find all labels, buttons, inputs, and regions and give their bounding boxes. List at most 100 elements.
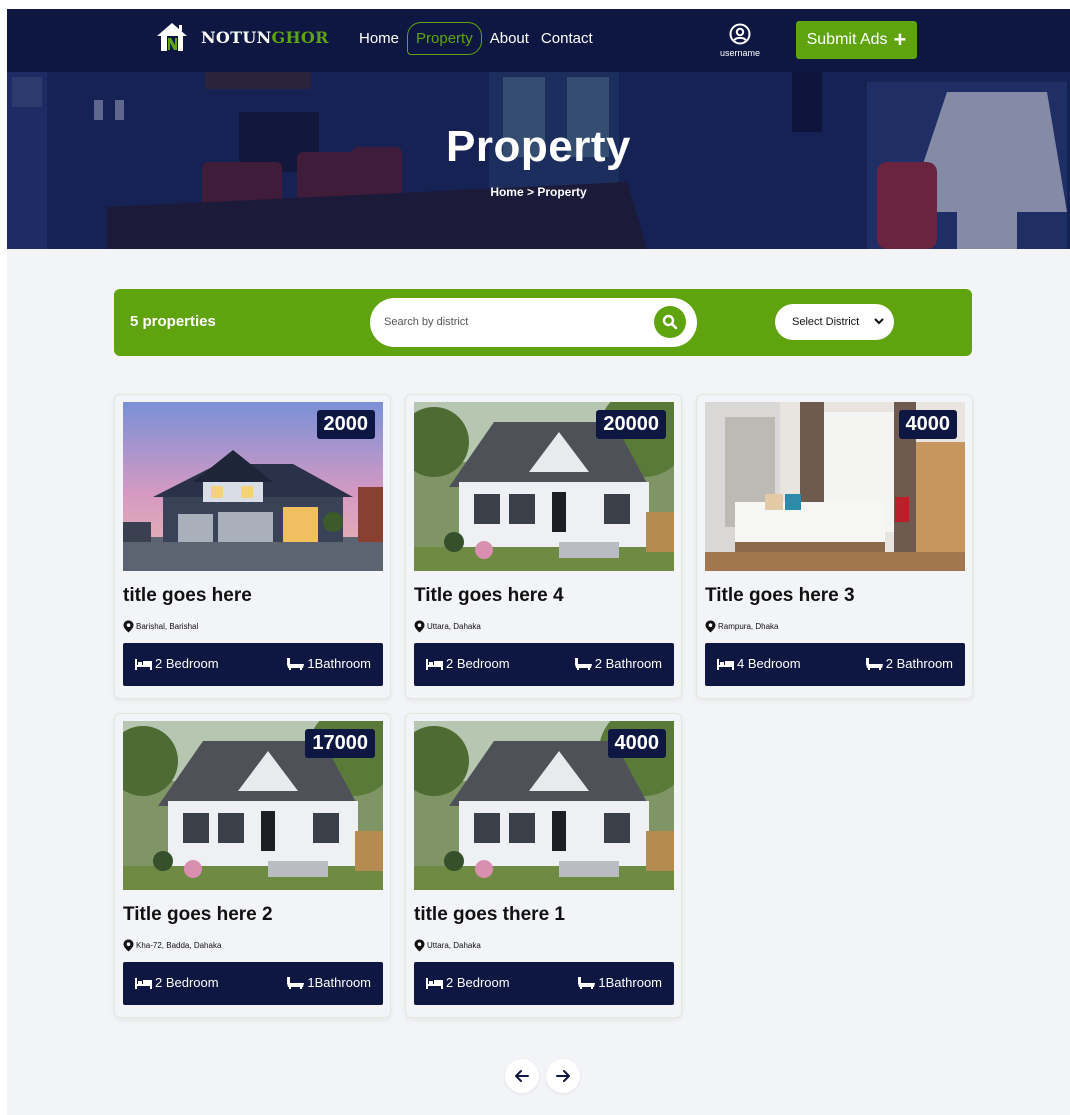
bedroom-count: 2 Bedroom: [426, 975, 510, 990]
property-features: 4 Bedroom 2 Bathroom: [705, 643, 965, 686]
property-image[interactable]: 20000: [414, 402, 674, 571]
bathtub-icon: [578, 976, 596, 989]
bedroom-label: 2 Bedroom: [446, 656, 510, 671]
breadcrumb: Home > Property: [490, 185, 587, 199]
bathroom-label: 1Bathroom: [307, 656, 371, 671]
location-pin-icon: [123, 620, 134, 633]
bathroom-count: 2 Bathroom: [865, 656, 953, 671]
property-location: Uttara, Dahaka: [414, 939, 481, 952]
property-card[interactable]: 17000 Title goes here 2 Kha-72, Badda, D…: [114, 713, 391, 1018]
location-text: Uttara, Dahaka: [427, 622, 481, 631]
property-title[interactable]: Title goes here 2: [123, 904, 273, 926]
bedroom-label: 2 Bedroom: [155, 975, 219, 990]
nav-links: Home Property About Contact: [355, 22, 601, 55]
bathtub-icon: [865, 657, 883, 670]
nav-property[interactable]: Property: [407, 22, 482, 55]
nav-home[interactable]: Home: [355, 22, 403, 55]
property-card[interactable]: 4000 title goes there 1 Uttara, Dahaka 2…: [405, 713, 682, 1018]
brand[interactable]: NOTUNGHOR: [155, 20, 329, 54]
page-title: Property: [446, 122, 631, 171]
arrow-left-icon: [515, 1070, 529, 1082]
property-location: Kha-72, Badda, Dahaka: [123, 939, 221, 952]
user-icon: [729, 23, 751, 45]
location-pin-icon: [414, 620, 425, 633]
bed-icon: [717, 658, 734, 670]
location-text: Kha-72, Badda, Dahaka: [136, 941, 222, 950]
bed-icon: [426, 658, 443, 670]
submit-ads-label: Submit Ads: [806, 31, 888, 48]
username: username: [719, 48, 761, 58]
location-text: Rampura, Dhaka: [718, 622, 779, 631]
next-page-button[interactable]: [546, 1059, 580, 1093]
user-menu[interactable]: username: [715, 23, 765, 58]
bed-icon: [135, 658, 152, 670]
property-count: 5 properties: [130, 313, 216, 330]
bed-icon: [426, 977, 443, 989]
bathtub-icon: [574, 657, 592, 670]
location-pin-icon: [123, 939, 134, 952]
district-select[interactable]: Select District: [775, 304, 894, 340]
property-image[interactable]: 2000: [123, 402, 383, 571]
property-location: Uttara, Dahaka: [414, 620, 481, 633]
property-image[interactable]: 4000: [705, 402, 965, 571]
bedroom-count: 2 Bedroom: [426, 656, 510, 671]
property-features: 2 Bedroom 1Bathroom: [123, 643, 383, 686]
search-button[interactable]: [654, 306, 686, 338]
price-badge: 17000: [305, 729, 375, 758]
nav-about[interactable]: About: [486, 22, 533, 55]
property-title[interactable]: Title goes here 3: [705, 585, 855, 607]
bathroom-label: 1Bathroom: [598, 975, 662, 990]
search-box: [370, 298, 697, 347]
property-location: Barishal, Barishal: [123, 620, 198, 633]
location-pin-icon: [414, 939, 425, 952]
house-logo-icon: [157, 23, 187, 51]
property-image[interactable]: 4000: [414, 721, 674, 890]
price-badge: 2000: [316, 410, 375, 439]
property-features: 2 Bedroom 1Bathroom: [123, 962, 383, 1005]
property-title[interactable]: title goes here: [123, 585, 252, 607]
location-text: Uttara, Dahaka: [427, 941, 481, 950]
brand-suffix: GHOR: [271, 27, 329, 47]
property-title[interactable]: Title goes here 4: [414, 585, 564, 607]
bedroom-count: 4 Bedroom: [717, 656, 801, 671]
bathroom-label: 1Bathroom: [307, 975, 371, 990]
bathroom-label: 2 Bathroom: [594, 656, 662, 671]
search-input[interactable]: [384, 312, 634, 332]
plus-icon: +: [893, 27, 907, 52]
page: NOTUNGHOR Home Property About Contact us…: [7, 9, 1070, 1115]
brand-prefix: NOTUN: [201, 27, 272, 47]
price-badge: 20000: [596, 410, 666, 439]
bathroom-count: 1Bathroom: [287, 975, 371, 990]
bedroom-label: 4 Bedroom: [737, 656, 801, 671]
hero-banner: Property Home > Property: [7, 72, 1070, 249]
bathroom-label: 2 Bathroom: [885, 656, 953, 671]
property-card[interactable]: 2000 title goes here Barishal, Barishal …: [114, 394, 391, 699]
bathroom-count: 2 Bathroom: [574, 656, 662, 671]
location-pin-icon: [705, 620, 716, 633]
property-card[interactable]: 20000 Title goes here 4 Uttara, Dahaka 2…: [405, 394, 682, 699]
property-card[interactable]: 4000 Title goes here 3 Rampura, Dhaka 4 …: [696, 394, 973, 699]
bathtub-icon: [287, 657, 305, 670]
brand-name: NOTUNGHOR: [201, 28, 329, 47]
bathroom-count: 1Bathroom: [287, 656, 371, 671]
property-image[interactable]: 17000: [123, 721, 383, 890]
property-features: 2 Bedroom 2 Bathroom: [414, 643, 674, 686]
filter-bar: 5 properties Select District: [114, 289, 972, 356]
submit-ads-button[interactable]: Submit Ads +: [796, 21, 917, 59]
property-location: Rampura, Dhaka: [705, 620, 778, 633]
prev-page-button[interactable]: [505, 1059, 539, 1093]
price-badge: 4000: [607, 729, 666, 758]
bedroom-label: 2 Bedroom: [446, 975, 510, 990]
navbar: NOTUNGHOR Home Property About Contact us…: [7, 9, 1070, 72]
bedroom-count: 2 Bedroom: [135, 975, 219, 990]
bathroom-count: 1Bathroom: [578, 975, 662, 990]
nav-contact[interactable]: Contact: [537, 22, 597, 55]
price-badge: 4000: [898, 410, 957, 439]
bedroom-label: 2 Bedroom: [155, 656, 219, 671]
bathtub-icon: [287, 976, 305, 989]
arrow-right-icon: [556, 1070, 570, 1082]
search-icon: [662, 314, 678, 330]
property-features: 2 Bedroom 1Bathroom: [414, 962, 674, 1005]
property-title[interactable]: title goes there 1: [414, 904, 565, 926]
bed-icon: [135, 977, 152, 989]
